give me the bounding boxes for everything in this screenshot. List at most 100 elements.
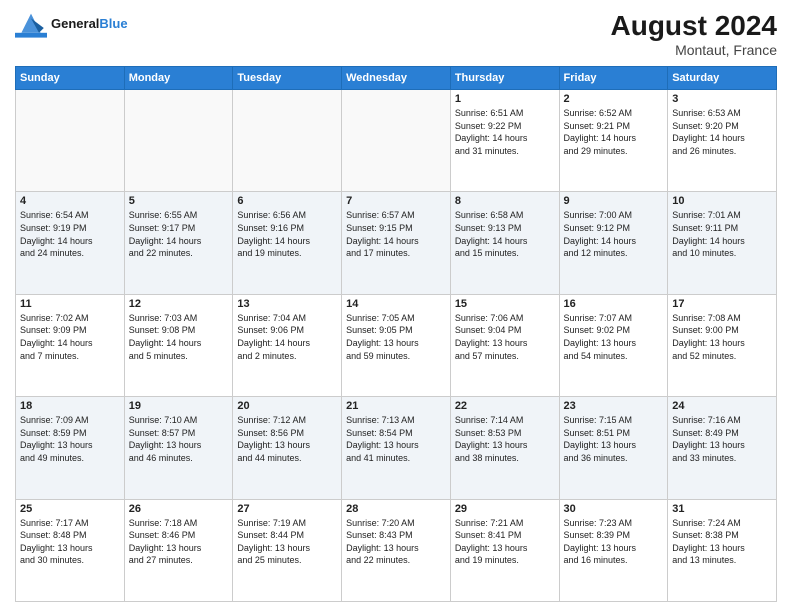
location: Montaut, France <box>611 42 778 58</box>
day-number: 9 <box>564 195 664 207</box>
day-info: Sunrise: 7:23 AM Sunset: 8:39 PM Dayligh… <box>564 517 664 567</box>
day-info: Sunrise: 6:56 AM Sunset: 9:16 PM Dayligh… <box>237 209 337 259</box>
day-info: Sunrise: 7:03 AM Sunset: 9:08 PM Dayligh… <box>129 312 229 362</box>
calendar-day <box>124 90 233 192</box>
header: GeneralBlue August 2024 Montaut, France <box>15 10 777 58</box>
weekday-header-tuesday: Tuesday <box>233 67 342 90</box>
calendar-day: 19 Sunrise: 7:10 AM Sunset: 8:57 PM Dayli… <box>124 397 233 499</box>
calendar-week-4: 18 Sunrise: 7:09 AM Sunset: 8:59 PM Dayli… <box>16 397 777 499</box>
day-number: 15 <box>455 298 555 310</box>
calendar-day: 20 Sunrise: 7:12 AM Sunset: 8:56 PM Dayli… <box>233 397 342 499</box>
weekday-header-thursday: Thursday <box>450 67 559 90</box>
calendar-day: 2 Sunrise: 6:52 AM Sunset: 9:21 PM Daylig… <box>559 90 668 192</box>
day-number: 30 <box>564 503 664 515</box>
day-number: 14 <box>346 298 446 310</box>
day-info: Sunrise: 7:17 AM Sunset: 8:48 PM Dayligh… <box>20 517 120 567</box>
day-info: Sunrise: 7:06 AM Sunset: 9:04 PM Dayligh… <box>455 312 555 362</box>
day-number: 13 <box>237 298 337 310</box>
calendar-day: 15 Sunrise: 7:06 AM Sunset: 9:04 PM Dayli… <box>450 294 559 396</box>
day-number: 1 <box>455 93 555 105</box>
day-info: Sunrise: 7:09 AM Sunset: 8:59 PM Dayligh… <box>20 414 120 464</box>
day-info: Sunrise: 6:58 AM Sunset: 9:13 PM Dayligh… <box>455 209 555 259</box>
calendar-week-2: 4Sunrise: 6:54 AM Sunset: 9:19 PM Daylig… <box>16 192 777 294</box>
day-info: Sunrise: 6:52 AM Sunset: 9:21 PM Dayligh… <box>564 107 664 157</box>
day-info: Sunrise: 7:21 AM Sunset: 8:41 PM Dayligh… <box>455 517 555 567</box>
calendar-day: 31 Sunrise: 7:24 AM Sunset: 8:38 PM Dayli… <box>668 499 777 601</box>
calendar-day: 18 Sunrise: 7:09 AM Sunset: 8:59 PM Dayli… <box>16 397 125 499</box>
day-info: Sunrise: 7:15 AM Sunset: 8:51 PM Dayligh… <box>564 414 664 464</box>
day-info: Sunrise: 7:13 AM Sunset: 8:54 PM Dayligh… <box>346 414 446 464</box>
calendar-week-3: 11 Sunrise: 7:02 AM Sunset: 9:09 PM Dayli… <box>16 294 777 396</box>
calendar-day: 29Sunrise: 7:21 AM Sunset: 8:41 PM Dayli… <box>450 499 559 601</box>
day-info: Sunrise: 7:08 AM Sunset: 9:00 PM Dayligh… <box>672 312 772 362</box>
day-number: 18 <box>20 400 120 412</box>
calendar-day: 22Sunrise: 7:14 AM Sunset: 8:53 PM Dayli… <box>450 397 559 499</box>
calendar-day: 28 Sunrise: 7:20 AM Sunset: 8:43 PM Dayli… <box>342 499 451 601</box>
calendar-day: 30 Sunrise: 7:23 AM Sunset: 8:39 PM Dayli… <box>559 499 668 601</box>
day-info: Sunrise: 6:55 AM Sunset: 9:17 PM Dayligh… <box>129 209 229 259</box>
day-info: Sunrise: 7:24 AM Sunset: 8:38 PM Dayligh… <box>672 517 772 567</box>
day-number: 27 <box>237 503 337 515</box>
day-info: Sunrise: 6:53 AM Sunset: 9:20 PM Dayligh… <box>672 107 772 157</box>
calendar-day: 8 Sunrise: 6:58 AM Sunset: 9:13 PM Daylig… <box>450 192 559 294</box>
day-info: Sunrise: 7:14 AM Sunset: 8:53 PM Dayligh… <box>455 414 555 464</box>
day-number: 5 <box>129 195 229 207</box>
day-number: 6 <box>237 195 337 207</box>
calendar-day: 17 Sunrise: 7:08 AM Sunset: 9:00 PM Dayli… <box>668 294 777 396</box>
day-info: Sunrise: 7:10 AM Sunset: 8:57 PM Dayligh… <box>129 414 229 464</box>
weekday-header-friday: Friday <box>559 67 668 90</box>
calendar-day: 10Sunrise: 7:01 AM Sunset: 9:11 PM Dayli… <box>668 192 777 294</box>
logo-text: GeneralBlue <box>51 17 128 31</box>
calendar-day: 1 Sunrise: 6:51 AM Sunset: 9:22 PM Daylig… <box>450 90 559 192</box>
day-number: 12 <box>129 298 229 310</box>
day-info: Sunrise: 7:20 AM Sunset: 8:43 PM Dayligh… <box>346 517 446 567</box>
day-number: 31 <box>672 503 772 515</box>
day-number: 2 <box>564 93 664 105</box>
calendar-day: 23 Sunrise: 7:15 AM Sunset: 8:51 PM Dayli… <box>559 397 668 499</box>
logo: GeneralBlue <box>15 10 128 38</box>
calendar-day: 5 Sunrise: 6:55 AM Sunset: 9:17 PM Daylig… <box>124 192 233 294</box>
day-number: 28 <box>346 503 446 515</box>
calendar-week-5: 25Sunrise: 7:17 AM Sunset: 8:48 PM Dayli… <box>16 499 777 601</box>
calendar-day <box>233 90 342 192</box>
calendar-day: 24Sunrise: 7:16 AM Sunset: 8:49 PM Dayli… <box>668 397 777 499</box>
calendar-day: 3 Sunrise: 6:53 AM Sunset: 9:20 PM Daylig… <box>668 90 777 192</box>
calendar-day: 25Sunrise: 7:17 AM Sunset: 8:48 PM Dayli… <box>16 499 125 601</box>
day-info: Sunrise: 7:00 AM Sunset: 9:12 PM Dayligh… <box>564 209 664 259</box>
day-number: 3 <box>672 93 772 105</box>
title-block: August 2024 Montaut, France <box>611 10 778 58</box>
day-info: Sunrise: 7:05 AM Sunset: 9:05 PM Dayligh… <box>346 312 446 362</box>
day-info: Sunrise: 6:57 AM Sunset: 9:15 PM Dayligh… <box>346 209 446 259</box>
calendar-day: 13 Sunrise: 7:04 AM Sunset: 9:06 PM Dayli… <box>233 294 342 396</box>
weekday-header-sunday: Sunday <box>16 67 125 90</box>
day-number: 20 <box>237 400 337 412</box>
day-number: 11 <box>20 298 120 310</box>
calendar-day: 7Sunrise: 6:57 AM Sunset: 9:15 PM Daylig… <box>342 192 451 294</box>
day-info: Sunrise: 7:19 AM Sunset: 8:44 PM Dayligh… <box>237 517 337 567</box>
calendar-day: 16Sunrise: 7:07 AM Sunset: 9:02 PM Dayli… <box>559 294 668 396</box>
day-info: Sunrise: 6:54 AM Sunset: 9:19 PM Dayligh… <box>20 209 120 259</box>
day-info: Sunrise: 6:51 AM Sunset: 9:22 PM Dayligh… <box>455 107 555 157</box>
page: GeneralBlue August 2024 Montaut, France … <box>0 0 792 612</box>
calendar-day: 11 Sunrise: 7:02 AM Sunset: 9:09 PM Dayli… <box>16 294 125 396</box>
day-number: 8 <box>455 195 555 207</box>
weekday-header-wednesday: Wednesday <box>342 67 451 90</box>
calendar-day: 4Sunrise: 6:54 AM Sunset: 9:19 PM Daylig… <box>16 192 125 294</box>
day-number: 26 <box>129 503 229 515</box>
calendar-day: 27 Sunrise: 7:19 AM Sunset: 8:44 PM Dayli… <box>233 499 342 601</box>
day-number: 17 <box>672 298 772 310</box>
day-number: 21 <box>346 400 446 412</box>
calendar-day: 26Sunrise: 7:18 AM Sunset: 8:46 PM Dayli… <box>124 499 233 601</box>
day-number: 19 <box>129 400 229 412</box>
weekday-header-monday: Monday <box>124 67 233 90</box>
day-info: Sunrise: 7:02 AM Sunset: 9:09 PM Dayligh… <box>20 312 120 362</box>
day-info: Sunrise: 7:07 AM Sunset: 9:02 PM Dayligh… <box>564 312 664 362</box>
day-info: Sunrise: 7:12 AM Sunset: 8:56 PM Dayligh… <box>237 414 337 464</box>
calendar-day: 21 Sunrise: 7:13 AM Sunset: 8:54 PM Dayli… <box>342 397 451 499</box>
day-info: Sunrise: 7:04 AM Sunset: 9:06 PM Dayligh… <box>237 312 337 362</box>
day-number: 24 <box>672 400 772 412</box>
calendar-day <box>16 90 125 192</box>
calendar-table: SundayMondayTuesdayWednesdayThursdayFrid… <box>15 66 777 602</box>
calendar-day: 14 Sunrise: 7:05 AM Sunset: 9:05 PM Dayli… <box>342 294 451 396</box>
day-number: 23 <box>564 400 664 412</box>
